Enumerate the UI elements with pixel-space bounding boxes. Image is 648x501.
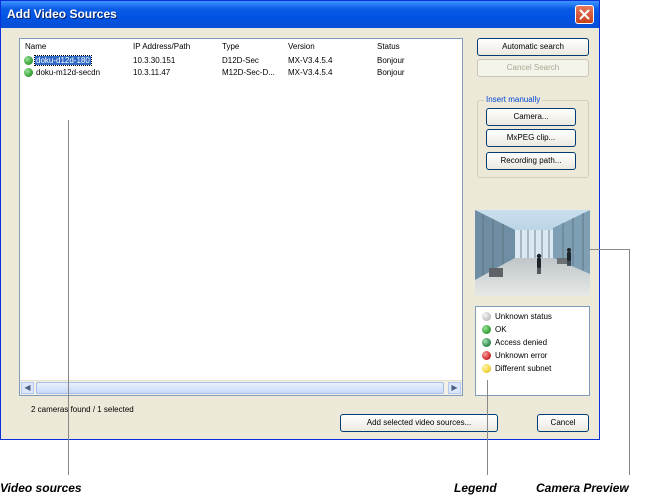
row-type: D12D-Sec (222, 56, 259, 65)
table-row[interactable]: doku-m12d-secdn 10.3.11.47 M12D-Sec-D...… (22, 67, 452, 79)
legend-label: Access denied (495, 338, 548, 347)
table-row[interactable]: doku-d12d-180 10.3.30.151 D12D-Sec MX-V3… (22, 55, 452, 67)
column-status[interactable]: Status (377, 42, 400, 51)
list-header: Name IP Address/Path Type Version Status (20, 39, 462, 53)
row-version: MX-V3.4.5.4 (288, 56, 333, 65)
row-status: Bonjour (377, 68, 405, 77)
column-version[interactable]: Version (288, 42, 315, 51)
cancel-button[interactable]: Cancel (537, 414, 589, 432)
legend-label: Different subnet (495, 364, 552, 373)
column-ip-address[interactable]: IP Address/Path (133, 42, 190, 51)
video-sources-callout: Video sources (0, 481, 82, 495)
mxpeg-clip-button[interactable]: MxPEG clip... (486, 129, 576, 147)
recording-path-button[interactable]: Recording path... (486, 152, 576, 170)
horizontal-scrollbar[interactable]: ◀ ▶ (20, 380, 462, 395)
add-selected-button[interactable]: Add selected video sources... (340, 414, 498, 432)
legend-callout-line (487, 380, 488, 475)
scroll-thumb[interactable] (36, 382, 444, 394)
row-ip: 10.3.30.151 (133, 56, 176, 65)
lock-icon (482, 338, 491, 347)
camera-preview-callout-line-h (589, 249, 629, 250)
legend-panel: Unknown status OK Access denied Unknown … (475, 306, 590, 396)
status-ok-icon (482, 325, 491, 334)
status-unknown-icon (482, 312, 491, 321)
row-name: doku-m12d-secdn (36, 68, 101, 77)
chevron-right-icon: ▶ (451, 383, 458, 392)
automatic-search-button[interactable]: Automatic search (477, 38, 589, 56)
insert-manually-label: Insert manually (484, 95, 543, 104)
camera-preview-callout: Camera Preview (536, 481, 629, 495)
row-type: M12D-Sec-D... (222, 68, 275, 77)
status-text: 2 cameras found / 1 selected (31, 405, 134, 414)
camera-preview-image (475, 210, 590, 296)
close-button[interactable] (575, 5, 594, 24)
status-ok-icon (24, 68, 33, 77)
window-title: Add Video Sources (7, 7, 117, 21)
camera-preview (475, 210, 590, 296)
legend-callout: Legend (454, 481, 497, 495)
video-sources-list[interactable]: Name IP Address/Path Type Version Status… (19, 38, 463, 396)
camera-button[interactable]: Camera... (486, 108, 576, 126)
column-type[interactable]: Type (222, 42, 239, 51)
cancel-search-button[interactable]: Cancel Search (477, 59, 589, 77)
row-ip: 10.3.11.47 (133, 68, 171, 77)
status-subnet-icon (482, 364, 491, 373)
add-video-sources-dialog: Add Video Sources Name IP Address/Path T… (0, 0, 600, 440)
status-error-icon (482, 351, 491, 360)
legend-label: Unknown status (495, 312, 552, 321)
row-name: doku-d12d-180 (34, 55, 92, 66)
status-ok-icon (24, 56, 33, 65)
video-sources-callout-line (68, 120, 69, 475)
column-name[interactable]: Name (25, 42, 46, 51)
camera-preview-callout-line-v (629, 249, 630, 475)
row-status: Bonjour (377, 56, 405, 65)
legend-label: Unknown error (495, 351, 548, 360)
title-bar[interactable]: Add Video Sources (1, 1, 599, 28)
scroll-right-button[interactable]: ▶ (448, 382, 461, 394)
row-version: MX-V3.4.5.4 (288, 68, 333, 77)
scroll-left-button[interactable]: ◀ (21, 382, 34, 394)
close-icon (579, 9, 590, 20)
legend-label: OK (495, 325, 507, 334)
chevron-left-icon: ◀ (24, 383, 31, 392)
